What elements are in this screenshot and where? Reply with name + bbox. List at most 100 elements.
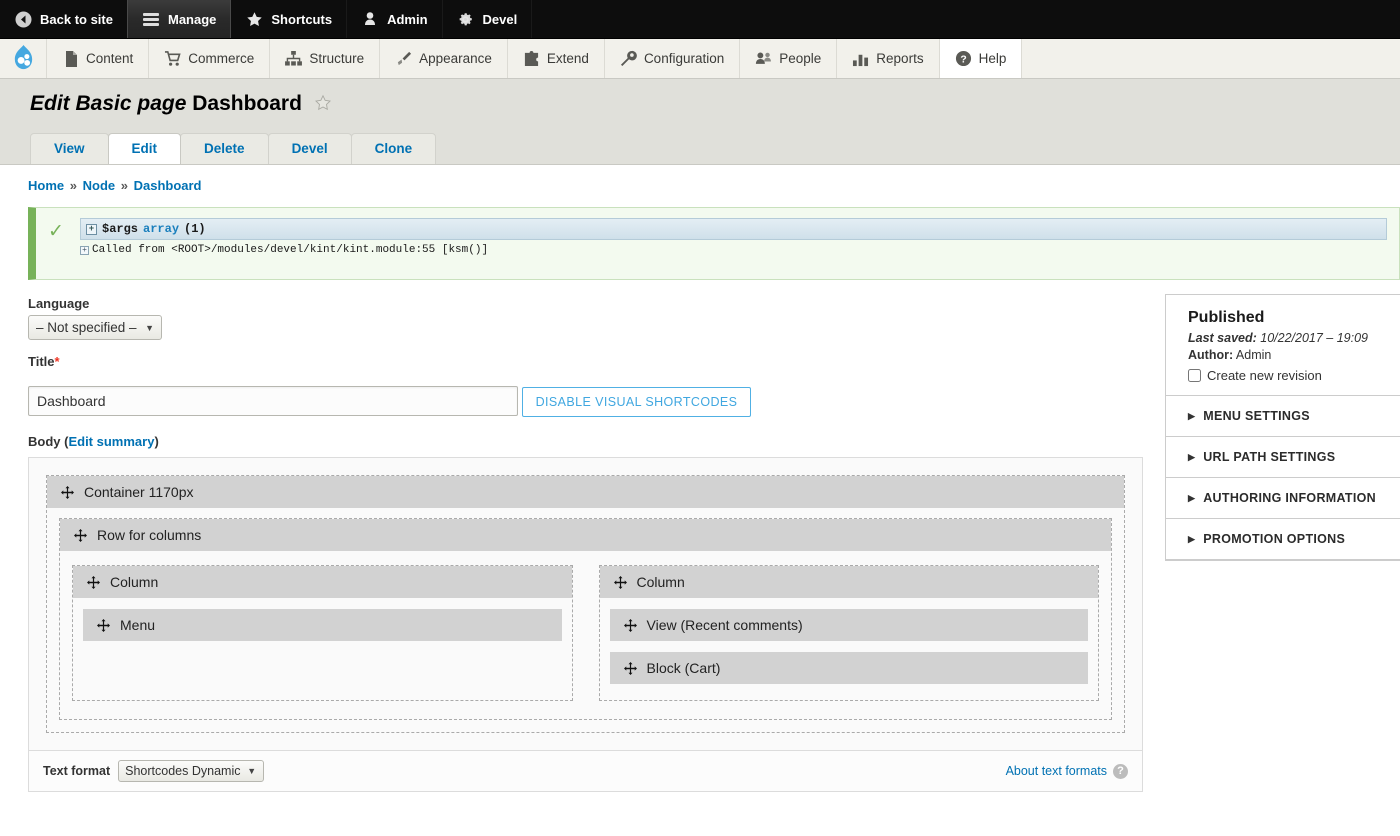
body-label-text: Body bbox=[28, 434, 61, 449]
menu-item-label: Configuration bbox=[644, 51, 724, 66]
about-text-formats-link[interactable]: About text formats bbox=[1006, 764, 1107, 778]
shortcode-item-block-link[interactable]: Cart bbox=[689, 660, 715, 676]
sidebar-section-label: AUTHORING INFORMATION bbox=[1203, 491, 1376, 505]
menu-item-people[interactable]: People bbox=[740, 39, 837, 78]
move-handle-icon[interactable] bbox=[614, 576, 627, 589]
admin-item-label: Manage bbox=[168, 12, 216, 27]
admin-item-label: Shortcuts bbox=[271, 12, 332, 27]
page-header: Edit Basic page Dashboard bbox=[0, 79, 1400, 134]
tab-edit[interactable]: Edit bbox=[108, 133, 182, 164]
shortcode-column-1-bar[interactable]: Column bbox=[73, 566, 572, 598]
kint-variable-count: (1) bbox=[184, 222, 206, 236]
shortcode-item-view[interactable]: View (Recent comments) bbox=[610, 609, 1089, 641]
page-title-name: Dashboard bbox=[192, 92, 302, 115]
sidebar-section-label: MENU SETTINGS bbox=[1203, 409, 1310, 423]
disable-visual-shortcodes-button[interactable]: DISABLE VISUAL SHORTCODES bbox=[522, 387, 752, 417]
shortcode-item-block[interactable]: Block (Cart) bbox=[610, 652, 1089, 684]
kint-expand-toggle[interactable]: + bbox=[86, 224, 97, 235]
question-mark-icon[interactable]: ? bbox=[1113, 764, 1128, 779]
admin-item-manage[interactable]: Manage bbox=[127, 0, 231, 38]
admin-item-admin[interactable]: Admin bbox=[347, 0, 442, 38]
kint-header[interactable]: + $args array (1) bbox=[80, 218, 1387, 240]
admin-item-label: Devel bbox=[483, 12, 518, 27]
shortcode-item-view-label: View (Recent comments) bbox=[647, 617, 803, 633]
status-message-wrapper: ✓ + $args array (1) + Called from <ROOT>… bbox=[28, 207, 1400, 280]
hamburger-icon bbox=[142, 10, 160, 28]
tab-view[interactable]: View bbox=[30, 133, 109, 164]
status-message: ✓ + $args array (1) + Called from <ROOT>… bbox=[28, 207, 1400, 280]
menu-item-help[interactable]: ? Help bbox=[940, 39, 1023, 78]
question-mark-icon: ? bbox=[955, 50, 972, 67]
kint-called-from[interactable]: + Called from <ROOT>/modules/devel/kint/… bbox=[80, 240, 1387, 256]
shortcode-column-1[interactable]: Column Menu bbox=[72, 565, 573, 701]
move-handle-icon[interactable] bbox=[61, 486, 74, 499]
menu-item-commerce[interactable]: Commerce bbox=[149, 39, 270, 78]
menu-item-configuration[interactable]: Configuration bbox=[605, 39, 740, 78]
breadcrumb: Home » Node » Dashboard bbox=[0, 165, 1400, 193]
shortcode-container[interactable]: Container 1170px Row for columns bbox=[46, 475, 1125, 733]
author-line: Author: Admin bbox=[1188, 348, 1400, 362]
move-handle-icon[interactable] bbox=[624, 619, 637, 632]
menu-item-appearance[interactable]: Appearance bbox=[380, 39, 508, 78]
shortcode-container-bar[interactable]: Container 1170px bbox=[47, 476, 1124, 508]
move-handle-icon[interactable] bbox=[624, 662, 637, 675]
language-select[interactable]: – Not specified – bbox=[28, 315, 162, 340]
text-format-select[interactable]: Shortcodes Dynamic bbox=[118, 760, 264, 782]
shortcode-row-bar[interactable]: Row for columns bbox=[60, 519, 1111, 551]
body-field-label: Body (Edit summary) bbox=[28, 434, 1165, 449]
tab-devel[interactable]: Devel bbox=[268, 133, 352, 164]
star-outline-icon[interactable] bbox=[314, 94, 332, 118]
breadcrumb-item-dashboard[interactable]: Dashboard bbox=[134, 178, 202, 193]
admin-item-shortcuts[interactable]: Shortcuts bbox=[231, 0, 347, 38]
wrench-icon bbox=[620, 50, 637, 67]
puzzle-piece-icon bbox=[523, 50, 540, 67]
sidebar-section-label: URL PATH SETTINGS bbox=[1203, 450, 1335, 464]
chevron-right-icon: ▶ bbox=[1188, 452, 1195, 463]
title-input[interactable] bbox=[28, 386, 518, 416]
shortcode-column-2[interactable]: Column View (Recent comments) bbox=[599, 565, 1100, 701]
breadcrumb-item-node[interactable]: Node bbox=[83, 178, 116, 193]
sidebar-section-url-path-settings[interactable]: ▶ URL PATH SETTINGS bbox=[1166, 437, 1400, 478]
move-handle-icon[interactable] bbox=[87, 576, 100, 589]
admin-item-back-to-site[interactable]: Back to site bbox=[0, 0, 127, 38]
shortcode-item-block-label: Block (Cart) bbox=[647, 660, 721, 676]
paintbrush-icon bbox=[395, 50, 412, 67]
shopping-cart-icon bbox=[164, 50, 181, 67]
shortcode-item-menu[interactable]: Menu bbox=[83, 609, 562, 641]
create-new-revision-row[interactable]: Create new revision bbox=[1188, 368, 1400, 383]
move-handle-icon[interactable] bbox=[97, 619, 110, 632]
last-saved-line: Last saved: 10/22/2017 – 19:09 bbox=[1188, 331, 1400, 345]
tab-clone[interactable]: Clone bbox=[351, 133, 437, 164]
sidebar-section-promotion-options[interactable]: ▶ PROMOTION OPTIONS bbox=[1166, 519, 1400, 560]
bar-chart-icon bbox=[852, 50, 869, 67]
drupal-droplet-logo[interactable] bbox=[0, 39, 47, 78]
menu-item-content[interactable]: Content bbox=[47, 39, 149, 78]
star-icon bbox=[245, 10, 263, 28]
admin-item-devel[interactable]: Devel bbox=[443, 0, 533, 38]
edit-summary-link[interactable]: Edit summary bbox=[68, 434, 154, 449]
breadcrumb-separator: » bbox=[121, 178, 128, 193]
move-handle-icon[interactable] bbox=[74, 529, 87, 542]
create-new-revision-checkbox[interactable] bbox=[1188, 369, 1201, 382]
shortcode-row-label: Row for columns bbox=[97, 527, 201, 543]
sidebar: Published Last saved: 10/22/2017 – 19:09… bbox=[1165, 280, 1400, 561]
breadcrumb-separator: » bbox=[70, 178, 77, 193]
title-label-text: Title bbox=[28, 354, 55, 369]
admin-item-label: Admin bbox=[387, 12, 427, 27]
shortcode-column-2-bar[interactable]: Column bbox=[600, 566, 1099, 598]
shortcode-item-view-link[interactable]: Recent comments bbox=[685, 617, 798, 633]
menu-item-reports[interactable]: Reports bbox=[837, 39, 939, 78]
breadcrumb-item-home[interactable]: Home bbox=[28, 178, 64, 193]
menu-item-structure[interactable]: Structure bbox=[270, 39, 380, 78]
last-saved-value: 10/22/2017 – 19:09 bbox=[1260, 331, 1368, 345]
language-select-wrapper: – Not specified – ▼ bbox=[28, 315, 162, 340]
kint-expand-toggle-small[interactable]: + bbox=[80, 246, 89, 255]
sidebar-section-menu-settings[interactable]: ▶ MENU SETTINGS bbox=[1166, 396, 1400, 437]
menu-item-label: Reports bbox=[876, 51, 923, 66]
main-content-column: Language – Not specified – ▼ Title* DISA… bbox=[0, 280, 1165, 792]
shortcode-row[interactable]: Row for columns Column bbox=[59, 518, 1112, 720]
sidebar-section-authoring-information[interactable]: ▶ AUTHORING INFORMATION bbox=[1166, 478, 1400, 519]
tab-delete[interactable]: Delete bbox=[180, 133, 269, 164]
menu-item-extend[interactable]: Extend bbox=[508, 39, 605, 78]
publishing-status-section: Published Last saved: 10/22/2017 – 19:09… bbox=[1166, 295, 1400, 396]
